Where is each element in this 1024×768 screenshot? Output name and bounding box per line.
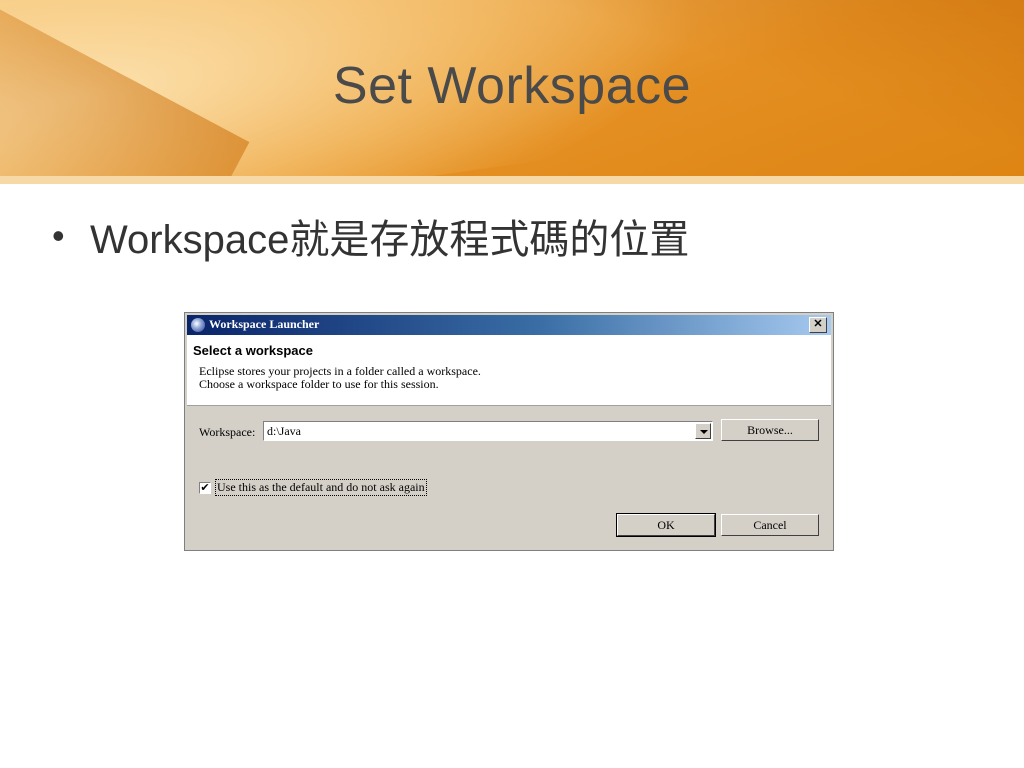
workspace-value[interactable]: d:\Java — [267, 424, 301, 439]
dialog-header: Select a workspace Eclipse stores your p… — [187, 335, 831, 406]
dropdown-arrow-icon[interactable] — [695, 423, 711, 439]
bullet-text: Workspace就是存放程式碼的位置 — [90, 218, 690, 262]
description-line-2: Choose a workspace folder to use for thi… — [199, 377, 439, 391]
cancel-button[interactable]: Cancel — [721, 514, 819, 536]
browse-button[interactable]: Browse... — [721, 419, 819, 441]
bullet-item: • Workspace就是存放程式碼的位置 — [52, 208, 689, 264]
workspace-launcher-dialog: Workspace Launcher ✕ Select a workspace … — [184, 312, 834, 551]
workspace-combobox[interactable]: d:\Java — [263, 421, 713, 441]
workspace-label: Workspace: — [199, 425, 256, 439]
default-checkbox[interactable]: ✔ — [199, 482, 211, 494]
dialog-titlebar[interactable]: Workspace Launcher ✕ — [187, 315, 831, 335]
default-checkbox-label[interactable]: Use this as the default and do not ask a… — [215, 479, 427, 496]
dialog-header-title: Select a workspace — [193, 343, 313, 358]
eclipse-icon — [191, 318, 205, 332]
dialog-description: Eclipse stores your projects in a folder… — [199, 365, 481, 391]
dialog-title: Workspace Launcher — [209, 317, 320, 331]
slide-title: Set Workspace — [332, 57, 692, 115]
ok-button[interactable]: OK — [616, 513, 716, 537]
close-button[interactable]: ✕ — [809, 317, 827, 333]
header-divider — [0, 176, 1024, 184]
bullet-dot: • — [52, 215, 65, 256]
